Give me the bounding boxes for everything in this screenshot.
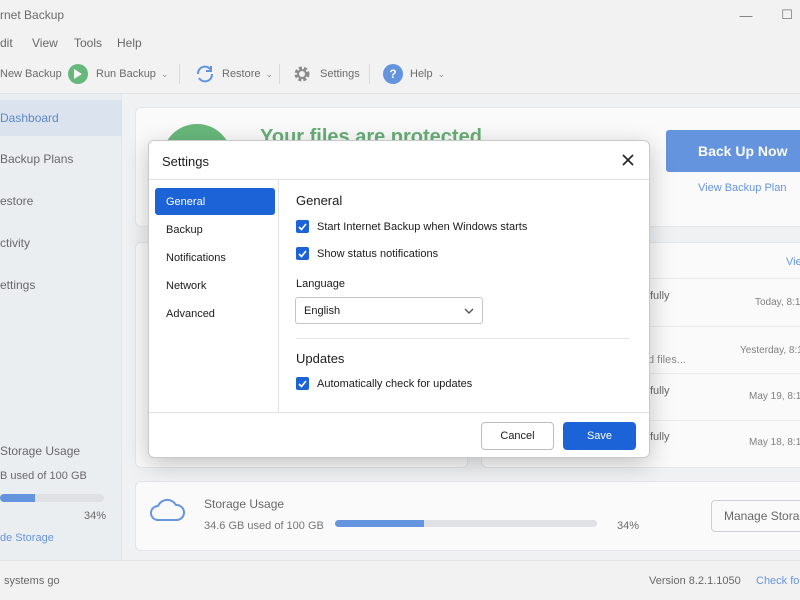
start-with-windows-checkbox[interactable]: Start Internet Backup when Windows start… [296, 220, 527, 233]
save-button[interactable]: Save [563, 422, 636, 450]
close-button[interactable] [617, 149, 639, 171]
cancel-button[interactable]: Cancel [481, 422, 554, 450]
auto-updates-checkbox[interactable]: Automatically check for updates [296, 377, 472, 390]
language-value: English [304, 304, 341, 317]
show-notifications-label: Show status notifications [317, 247, 439, 260]
auto-updates-label: Automatically check for updates [317, 377, 473, 390]
language-label: Language [296, 278, 345, 290]
updates-section-title: Updates [296, 351, 345, 366]
section-divider [296, 338, 629, 339]
language-select[interactable]: English [295, 297, 483, 324]
checkmark-icon [296, 377, 309, 390]
nav-item-backup[interactable]: Backup [155, 216, 275, 243]
settings-nav: General Backup Notifications Network Adv… [149, 180, 279, 412]
close-icon [622, 154, 634, 166]
nav-item-notifications[interactable]: Notifications [155, 244, 275, 271]
start-with-windows-label: Start Internet Backup when Windows start… [317, 220, 528, 233]
nav-item-advanced[interactable]: Advanced [155, 300, 275, 327]
show-notifications-checkbox[interactable]: Show status notifications [296, 247, 438, 260]
settings-dialog: Settings General Backup Notifications Ne… [148, 140, 650, 458]
general-section-title: General [296, 193, 343, 208]
checkmark-icon [296, 220, 309, 233]
chevron-down-icon [464, 306, 474, 319]
nav-item-general[interactable]: General [155, 188, 275, 215]
nav-item-network[interactable]: Network [155, 272, 275, 299]
checkmark-icon [296, 247, 309, 260]
dialog-title: Settings [162, 154, 209, 169]
